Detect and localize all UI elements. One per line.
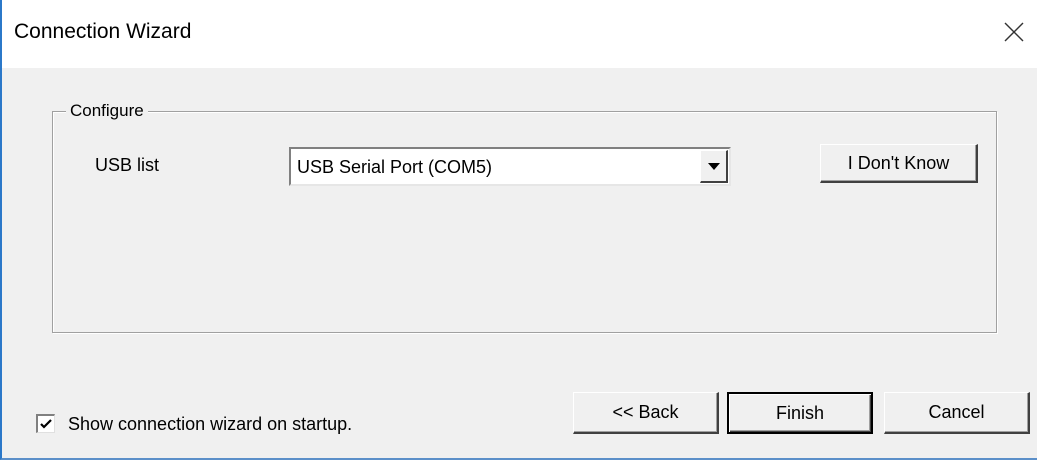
cancel-label: Cancel bbox=[928, 402, 985, 422]
connection-wizard-window: Connection Wizard Configure USB list USB… bbox=[0, 0, 1037, 460]
show-on-startup-label: Show connection wizard on startup. bbox=[68, 414, 353, 434]
finish-button[interactable]: Finish bbox=[727, 392, 873, 434]
cancel-button[interactable]: Cancel bbox=[884, 392, 1030, 434]
close-icon bbox=[1004, 22, 1024, 42]
dropdown-button[interactable] bbox=[700, 150, 728, 183]
i-dont-know-label: I Don't Know bbox=[847, 153, 950, 173]
close-button[interactable] bbox=[997, 14, 1031, 48]
finish-label: Finish bbox=[775, 403, 824, 423]
i-dont-know-button[interactable]: I Don't Know bbox=[820, 144, 978, 183]
usb-list-selected-value: USB Serial Port (COM5) bbox=[297, 157, 493, 177]
dialog-body: Configure USB list USB Serial Port (COM5… bbox=[2, 68, 1037, 458]
configure-legend: Configure bbox=[66, 101, 148, 121]
checkmark-icon bbox=[40, 419, 52, 429]
back-button[interactable]: << Back bbox=[573, 392, 719, 434]
window-title: Connection Wizard bbox=[14, 20, 192, 43]
title-bar: Connection Wizard bbox=[2, 0, 1037, 68]
back-label: << Back bbox=[612, 402, 679, 422]
usb-list-dropdown[interactable]: USB Serial Port (COM5) bbox=[289, 147, 731, 186]
show-on-startup-checkbox[interactable] bbox=[36, 414, 55, 433]
dropdown-arrow-icon bbox=[708, 163, 720, 170]
usb-list-label: USB list bbox=[95, 155, 160, 175]
